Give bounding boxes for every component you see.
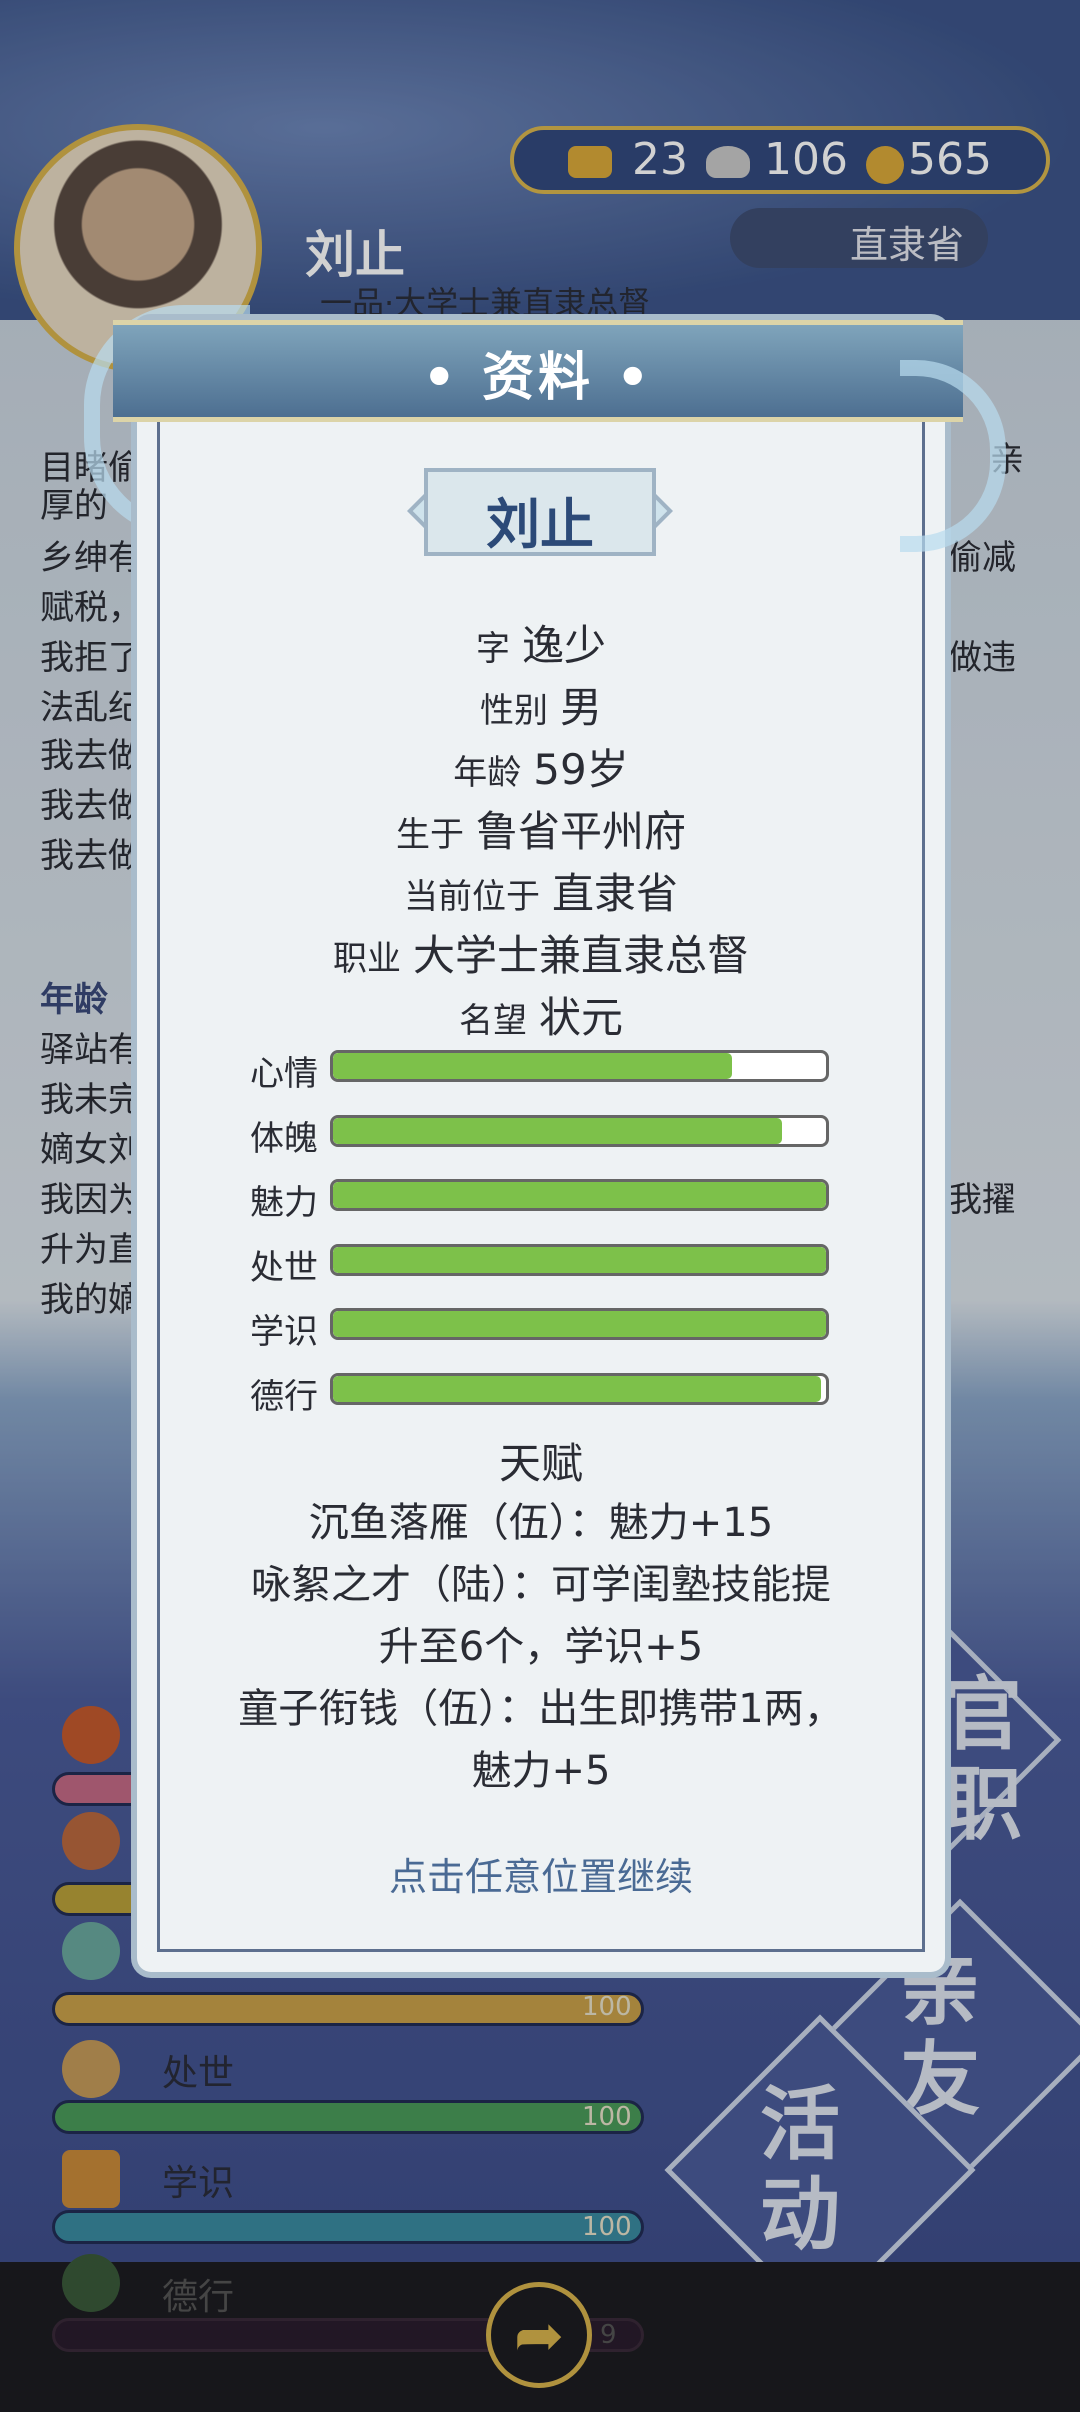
talent-line: 沉鱼落雁（伍）：魅力+15 [308, 1500, 774, 1546]
stat-bar [330, 1050, 829, 1082]
stat-bar [330, 1372, 829, 1405]
talent-line: 升至6个，学识+5 [378, 1624, 704, 1670]
stat-bar-fill [333, 1117, 782, 1144]
corner-ornament [157, 1919, 190, 1952]
info-row-age: 年龄 59岁 [453, 745, 629, 794]
name-plate: 刘止 [424, 468, 656, 556]
stat-bar [330, 1114, 829, 1147]
continue-hint[interactable]: 点击任意位置继续 [137, 1846, 945, 1901]
stat-bar [330, 1243, 829, 1276]
stat-bar-fill [333, 1375, 822, 1402]
stat-label: 德行 [250, 1376, 318, 1417]
stat-bar-fill [333, 1182, 826, 1208]
info-row-gender: 性别男 [479, 683, 602, 732]
stat-label: 体魄 [250, 1118, 318, 1159]
info-row-fame: 名望 状元 [458, 993, 623, 1042]
corner-ornament [892, 1919, 925, 1952]
modal-title: • 资料 • [422, 348, 654, 408]
stat-label: 处世 [250, 1247, 318, 1288]
info-row-location: 当前位于 直隶省 [403, 869, 678, 918]
stat-bar-fill [333, 1053, 733, 1079]
stat-bar-fill [333, 1246, 826, 1273]
info-row-occupation: 职业 大学士兼直隶总督 [332, 931, 749, 980]
stat-label: 魅力 [250, 1183, 318, 1223]
stat-label: 心情 [250, 1054, 318, 1094]
modal-header: • 资料 • [113, 320, 963, 422]
stat-label: 学识 [250, 1312, 318, 1352]
profile-name: 刘止 [486, 493, 594, 556]
talent-line: 童子衔钱（伍）：出生即携带1两， [238, 1686, 844, 1732]
info-row-zi: 字逸少 [475, 621, 606, 670]
info-row-birthplace: 生于 鲁省平州府 [395, 807, 686, 856]
talent-line: 魅力+5 [471, 1748, 611, 1794]
stat-bar-fill [333, 1311, 826, 1337]
stat-bar [330, 1179, 829, 1211]
talent-line: 咏絮之才（陆）：可学闺塾技能提 [251, 1562, 831, 1608]
stat-bar [330, 1308, 829, 1340]
talent-title: 天赋 [498, 1439, 583, 1488]
